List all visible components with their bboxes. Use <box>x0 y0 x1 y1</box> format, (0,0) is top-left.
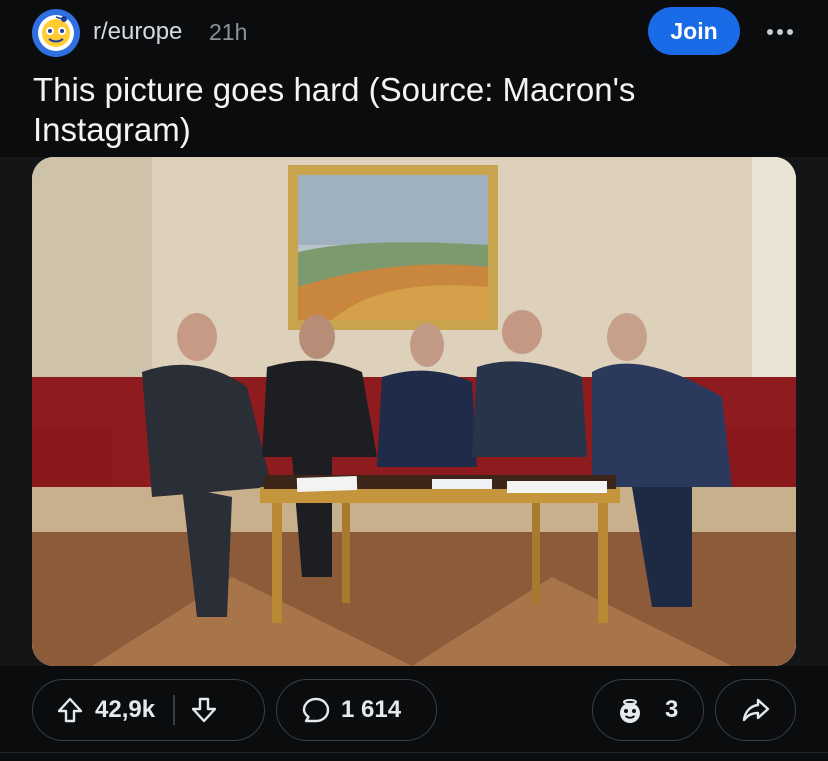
comment-button[interactable]: 1 614 <box>276 679 437 741</box>
comment-icon <box>301 695 331 725</box>
share-icon <box>741 695 771 725</box>
award-icon <box>615 695 645 725</box>
five-men-around-coffee-table-photo <box>32 157 796 666</box>
post-title[interactable]: This picture goes hard (Source: Macron's… <box>33 70 793 150</box>
post-image[interactable] <box>32 157 796 666</box>
post-header: r/europe 21h Join <box>0 0 828 64</box>
share-button[interactable] <box>715 679 796 741</box>
more-icon[interactable] <box>760 14 800 50</box>
vote-divider <box>173 695 175 725</box>
comment-count: 1 614 <box>341 696 402 723</box>
vote-group: 42,9k <box>32 679 265 741</box>
subreddit-name[interactable]: r/europe <box>93 18 182 46</box>
upvote-icon[interactable] <box>55 695 85 725</box>
vote-score: 42,9k <box>95 696 156 723</box>
join-button[interactable]: Join <box>648 7 740 55</box>
award-count: 3 <box>665 696 679 723</box>
award-button[interactable]: 3 <box>592 679 704 741</box>
subreddit-avatar-icon[interactable] <box>32 9 80 57</box>
post-actions: 42,9k 1 614 3 <box>0 674 828 744</box>
post-age: 21h <box>209 19 248 45</box>
divider <box>0 752 828 753</box>
downvote-icon[interactable] <box>189 695 219 725</box>
